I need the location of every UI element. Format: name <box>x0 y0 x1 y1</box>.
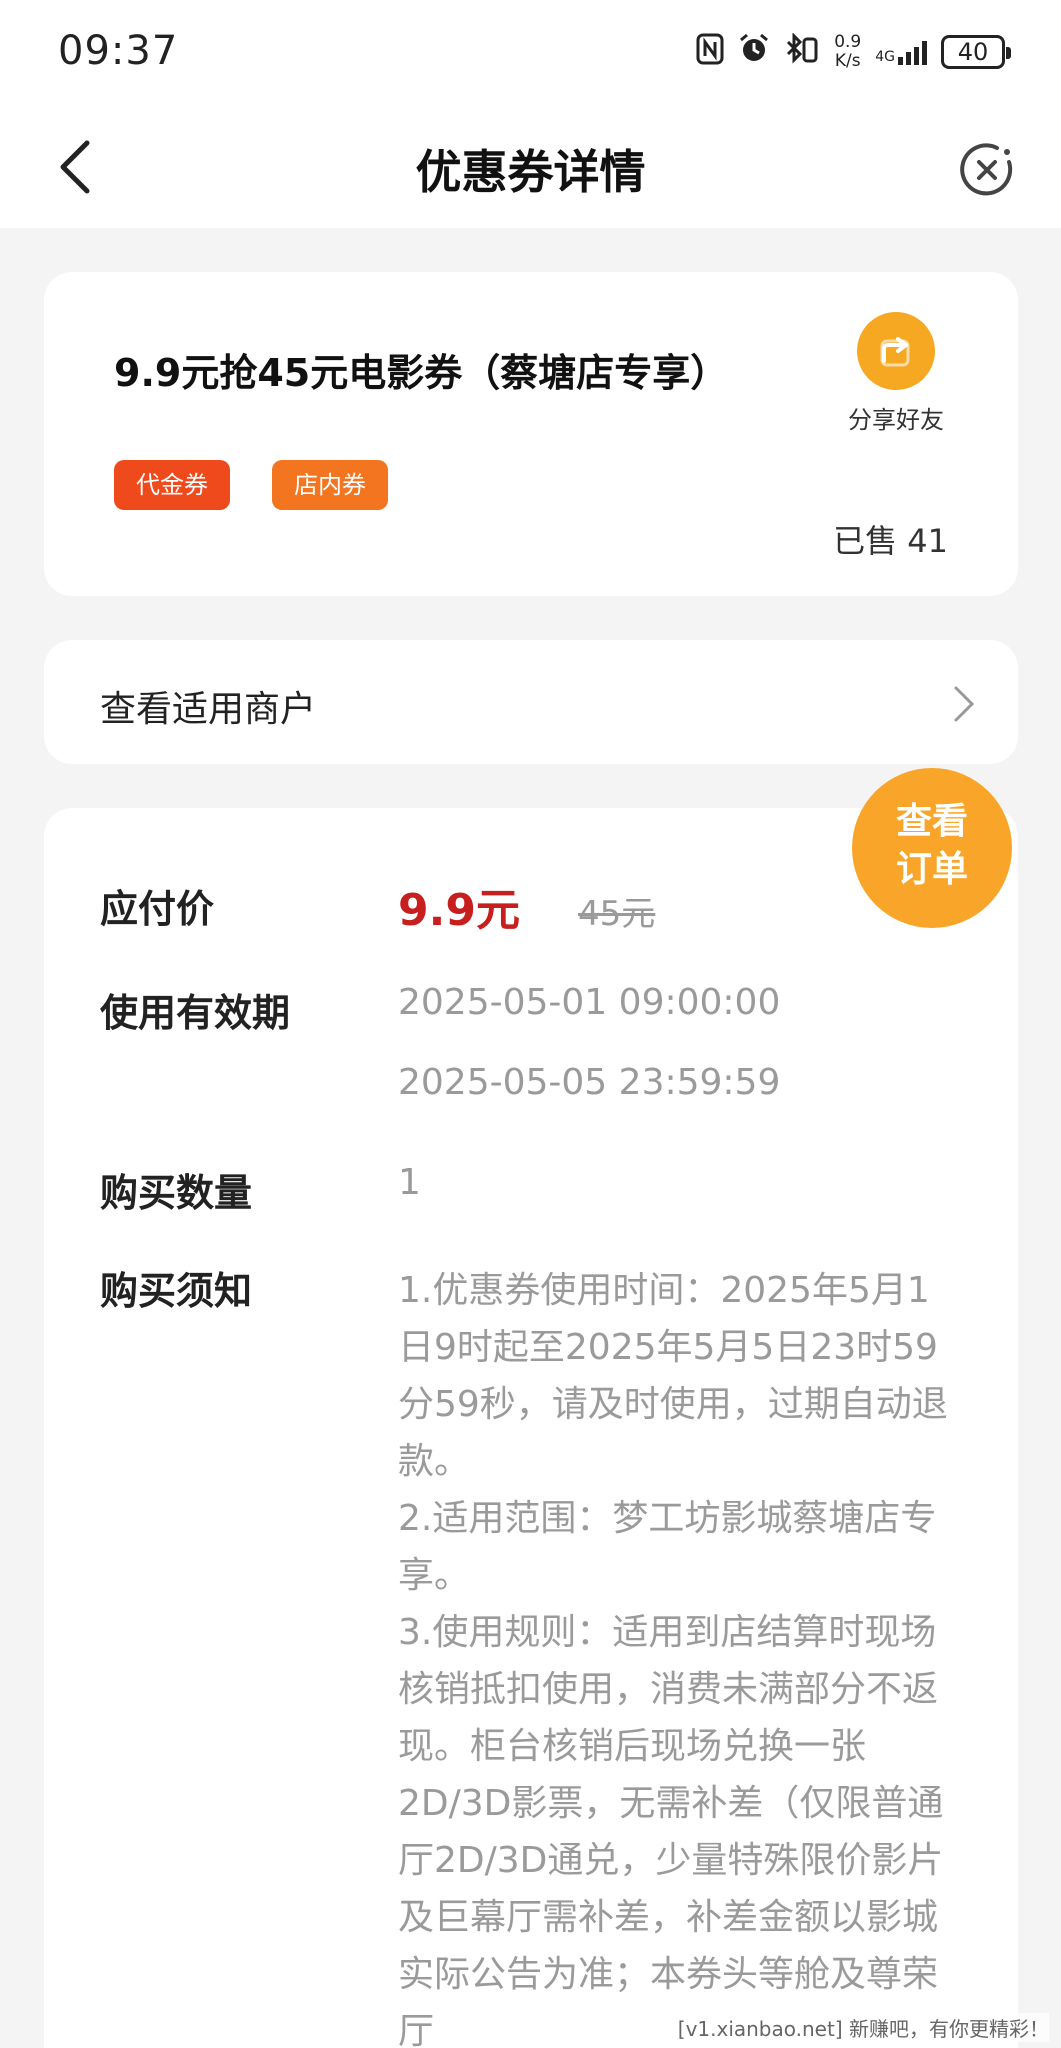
validity-start: 2025-05-01 09:00:00 <box>398 982 781 1023</box>
share-button[interactable]: 分享好友 <box>836 312 956 435</box>
merchant-label: 查看适用商户 <box>100 689 317 730</box>
validity-label: 使用有效期 <box>100 991 291 1035</box>
chevron-right-icon <box>954 686 975 722</box>
merchant-row[interactable]: 查看适用商户 <box>44 640 1018 764</box>
nav-bar: 优惠券详情 <box>0 104 1061 228</box>
validity-end: 2025-05-05 23:59:59 <box>398 1062 781 1103</box>
coupon-card: 9.9元抢45元电影券（蔡塘店专享） 分享好友 代金券 店内券 已售 41 <box>44 272 1018 596</box>
price-original: 45元 <box>578 894 656 934</box>
nfc-icon <box>696 33 724 71</box>
price-now: 9.9元 <box>398 885 520 936</box>
status-time: 09:37 <box>58 28 179 74</box>
tag-instore: 店内券 <box>272 460 388 510</box>
view-order-button[interactable]: 查看 订单 <box>852 768 1012 928</box>
coupon-title: 9.9元抢45元电影券（蔡塘店专享） <box>114 351 729 395</box>
notice-label: 购买须知 <box>100 1269 253 1313</box>
notice-text: 1.优惠券使用时间：2025年5月1日9时起至2025年5月5日23时59分59… <box>398 1262 958 2048</box>
status-icons: 0.9 K/s 4G 40 <box>696 28 1011 76</box>
quantity-label: 购买数量 <box>100 1171 253 1215</box>
notice-item: 3.使用规则：适用到店结算时现场核销抵扣使用，消费未满部分不返现。柜台核销后现场… <box>398 1612 944 2048</box>
notice-item: 2.适用范围：梦工坊影城蔡塘店专享。 <box>398 1498 937 1596</box>
watermark: [v1.xianbao.net] 新赚吧，有你更精彩！ <box>677 2013 1049 2042</box>
close-icon <box>960 143 1013 196</box>
close-button[interactable] <box>957 140 1017 200</box>
share-icon <box>857 312 935 390</box>
bluetooth-icon <box>784 32 820 71</box>
signal-icon: 4G <box>875 39 927 65</box>
price-label: 应付价 <box>100 887 215 931</box>
share-label: 分享好友 <box>848 406 944 434</box>
notice-item: 1.优惠券使用时间：2025年5月1日9时起至2025年5月5日23时59分59… <box>398 1270 948 1482</box>
page-title: 优惠券详情 <box>415 145 646 199</box>
net-speed: 0.9 K/s <box>834 32 862 71</box>
status-bar: 09:37 0.9 K/s 4G 40 <box>0 0 1061 104</box>
battery-icon: 40 <box>941 35 1011 69</box>
tag-voucher: 代金券 <box>114 460 230 510</box>
quantity-value: 1 <box>398 1162 421 1203</box>
alarm-icon <box>738 33 770 71</box>
sold-count: 已售 41 <box>833 522 948 560</box>
